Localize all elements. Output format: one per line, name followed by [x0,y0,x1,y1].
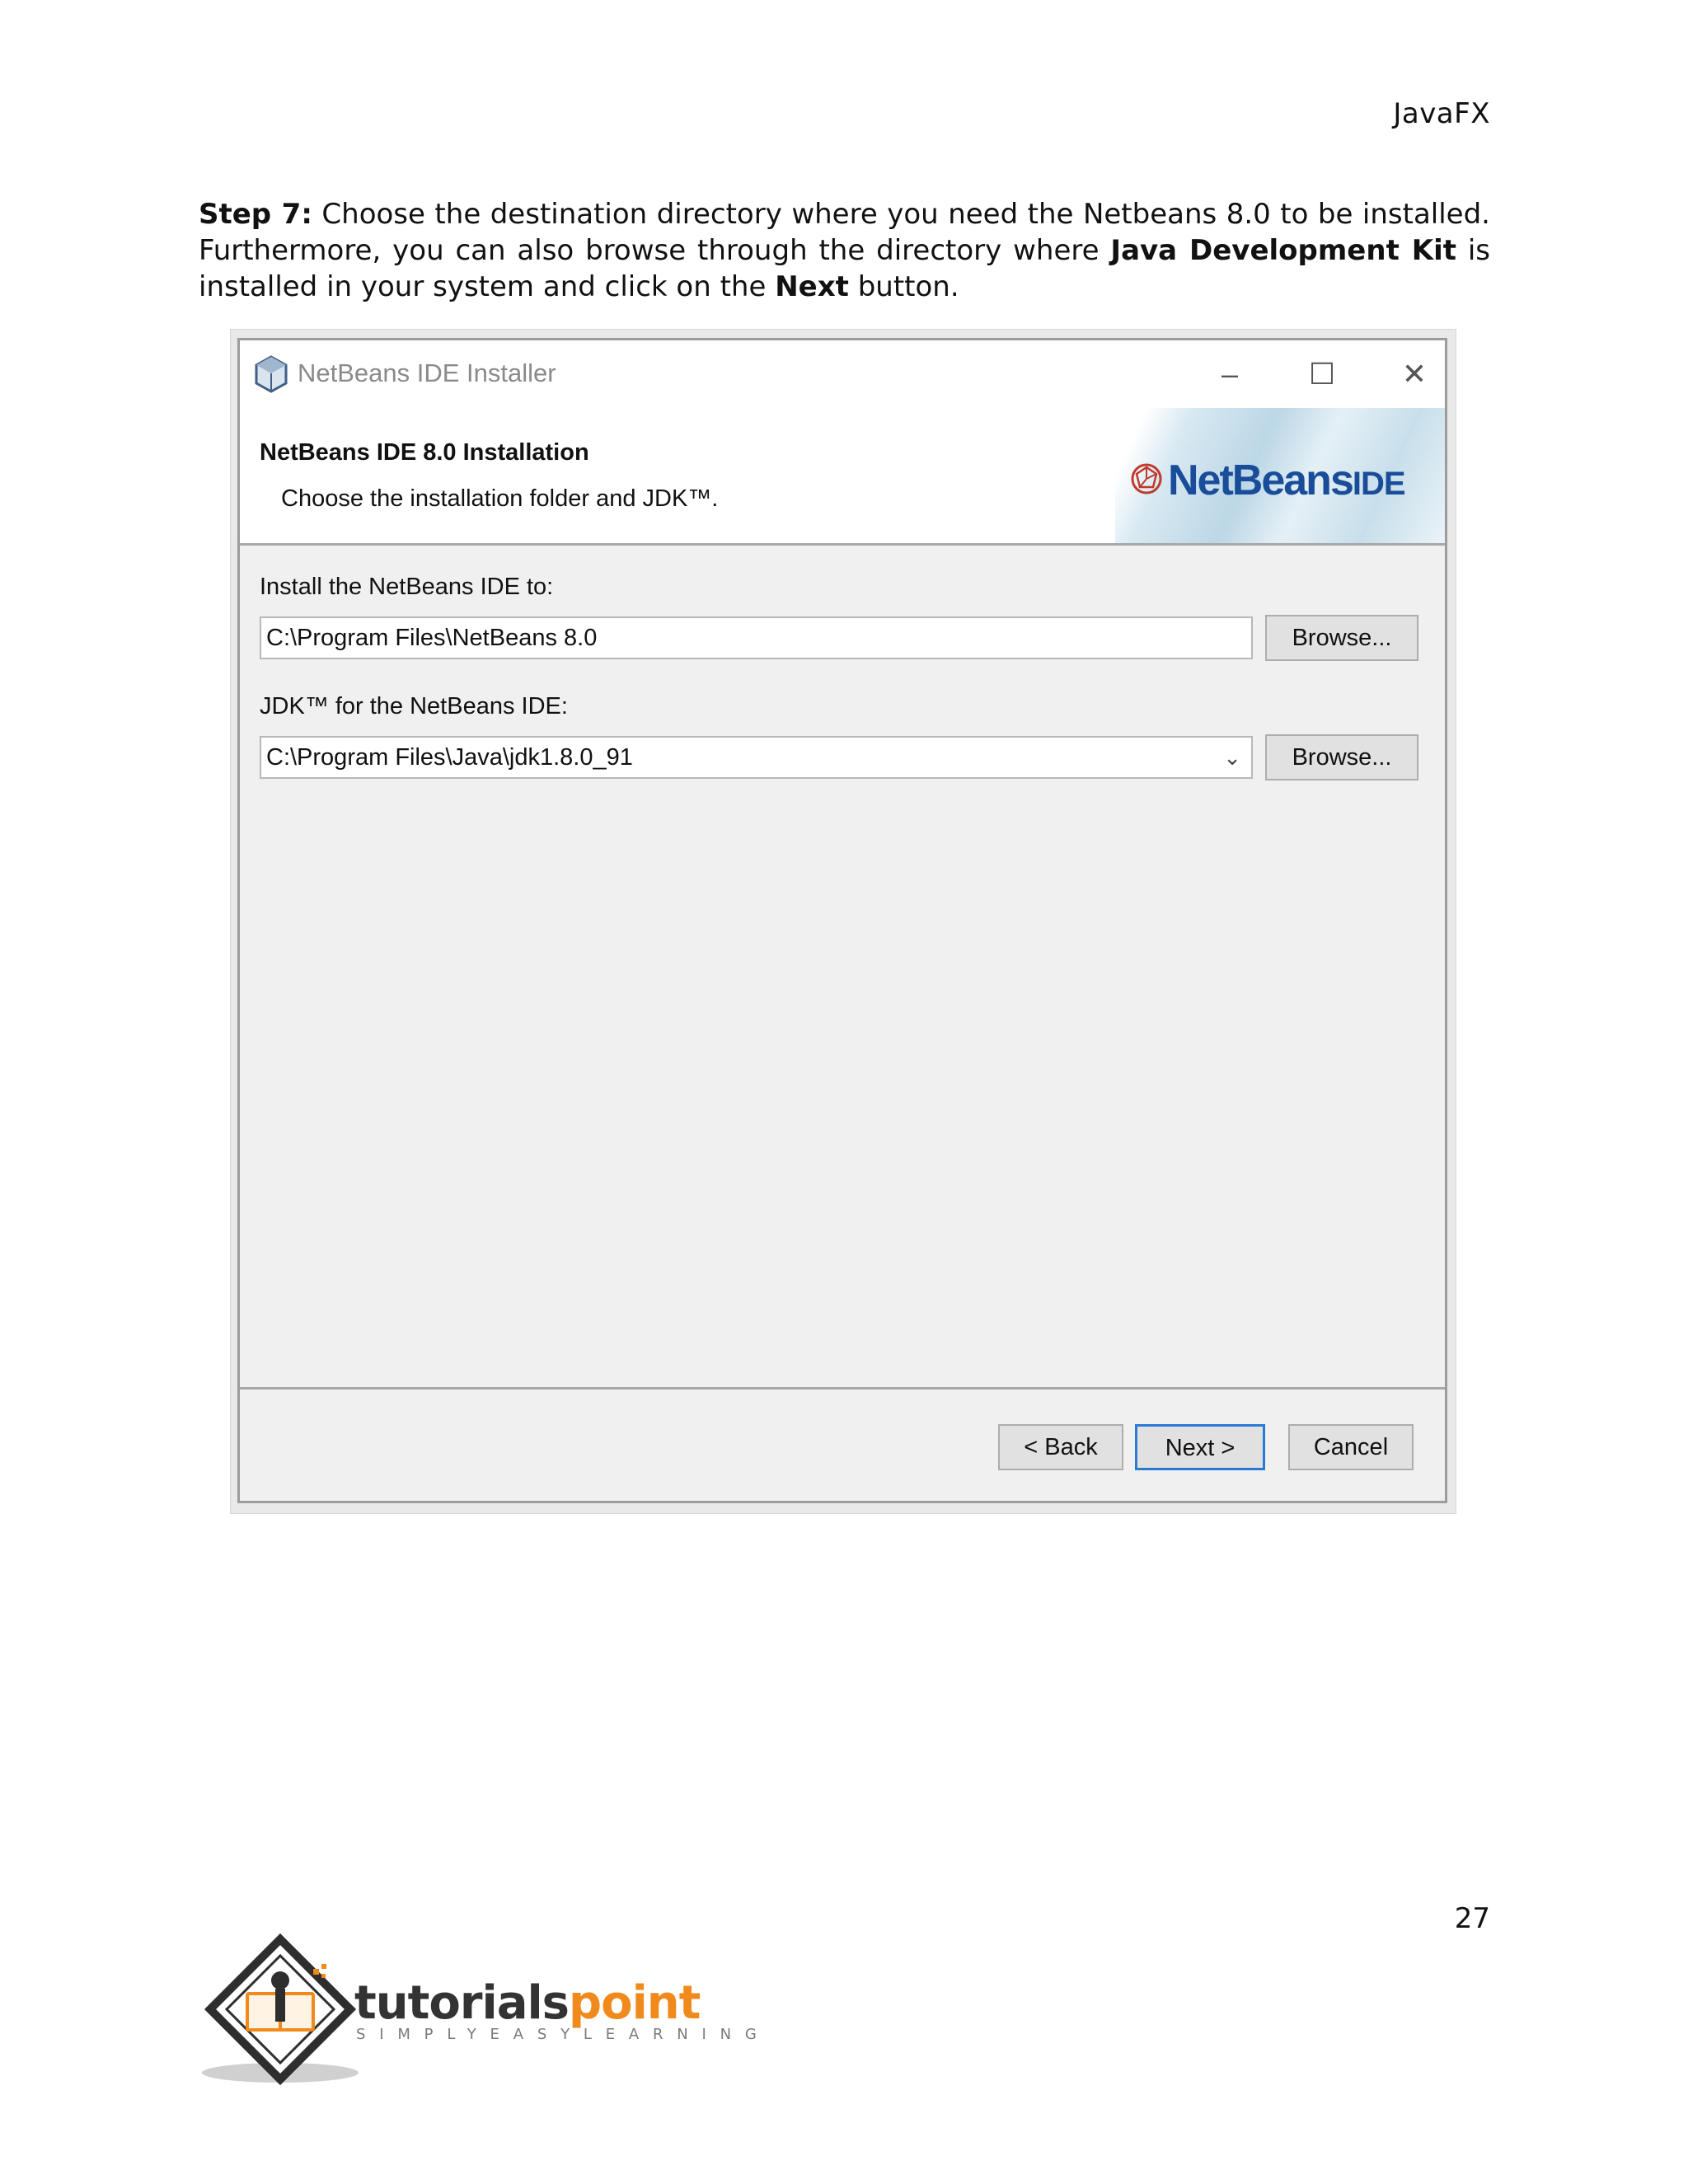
paragraph-bold-next: Next [775,270,849,303]
netbeans-logo-icon [1131,463,1162,494]
paragraph-text-3: button. [848,270,959,303]
installer-heading: NetBeans IDE 8.0 Installation [260,439,589,466]
jdk-path-value: C:\Program Files\Java\jdk1.8.0_91 [266,744,633,771]
install-path-label: Install the NetBeans IDE to: [260,574,554,600]
logo-text-suffix: IDE [1352,466,1406,502]
step-label: Step 7: [199,198,312,231]
footer-divider [240,1387,1445,1390]
page-number: 27 [1454,1902,1490,1935]
close-icon[interactable]: ✕ [1392,352,1437,396]
document-header-title: JavaFX [1393,97,1490,130]
jdk-path-label: JDK™ for the NetBeans IDE: [260,693,568,719]
maximize-icon[interactable]: ☐ [1300,352,1344,396]
paragraph-bold-jdk: Java Development Kit [1110,234,1456,267]
browse-jdk-button[interactable]: Browse... [1265,734,1418,780]
installer-screenshot: NetBeans IDE Installer – ☐ ✕ NetBeans ID… [231,330,1456,1513]
installer-subheading: Choose the installation folder and JDK™. [281,485,719,512]
netbeans-logo-text: NetBeansIDE [1168,456,1406,505]
installer-banner: NetBeans IDE 8.0 Installation Choose the… [240,408,1445,546]
minimize-icon[interactable]: – [1207,352,1252,396]
back-button[interactable]: < Back [998,1424,1123,1470]
installer-window: NetBeans IDE Installer – ☐ ✕ NetBeans ID… [237,338,1447,1503]
brand-part-1: tutorials [354,1976,570,2030]
title-bar: NetBeans IDE Installer – ☐ ✕ [240,340,1445,408]
window-title: NetBeans IDE Installer [298,359,556,387]
step-paragraph: Step 7: Choose the destination directory… [199,196,1490,305]
jdk-path-select[interactable]: C:\Program Files\Java\jdk1.8.0_91 ⌄ [260,736,1253,779]
brand-part-2: point [569,1976,701,2030]
browse-install-button[interactable]: Browse... [1265,615,1418,661]
install-path-input[interactable]: C:\Program Files\NetBeans 8.0 [260,616,1253,659]
netbeans-logo-area: NetBeansIDE [1115,408,1445,543]
chevron-down-icon[interactable]: ⌄ [1223,738,1241,777]
logo-text-main: NetBeans [1168,457,1354,504]
cancel-button[interactable]: Cancel [1288,1424,1414,1470]
netbeans-cube-icon [255,355,288,393]
brand-tagline: SIMPLYEASYLEARNING [356,2026,771,2043]
next-button[interactable]: Next > [1135,1424,1265,1470]
brand-wordmark: tutorialspoint [354,1976,701,2030]
